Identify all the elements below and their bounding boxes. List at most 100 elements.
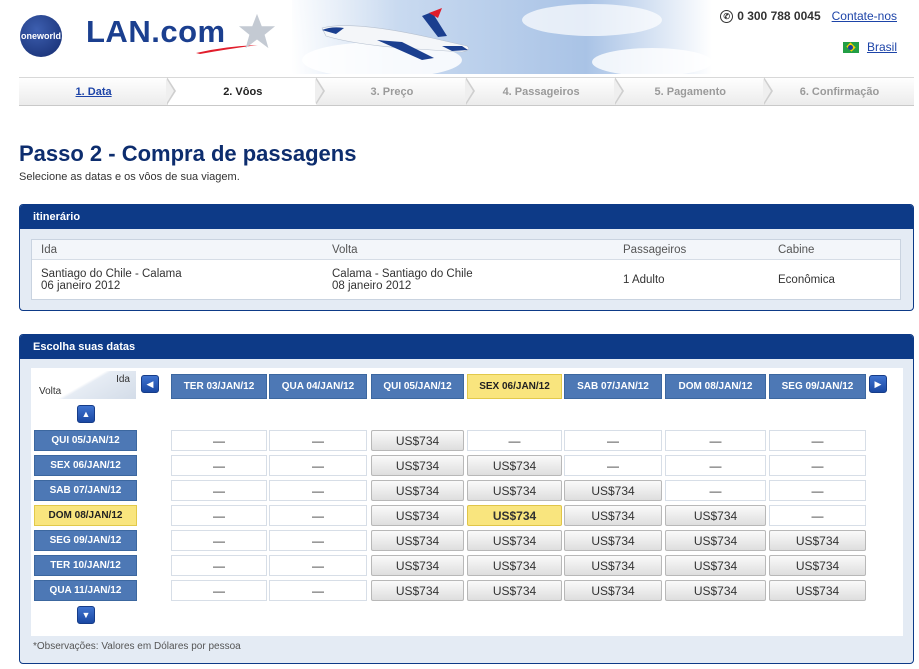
volta-route: Calama - Santiago do Chile [332,267,473,280]
fare-unavailable-cell: — [269,580,367,601]
fare-unavailable-cell: — [665,455,766,476]
step-4: 4. Passageiros [466,77,624,106]
volta-date-header[interactable]: QUA 11/JAN/12 [34,580,137,601]
fare-price-button[interactable]: US$734 [769,580,866,601]
airplane-banner [292,0,712,74]
contact-link[interactable]: Contate-nos [832,9,897,23]
fare-unavailable-cell: — [171,505,267,526]
fare-price-button[interactable]: US$734 [371,505,464,526]
fare-price-button[interactable]: US$734 [564,505,662,526]
fare-unavailable-cell: — [269,455,367,476]
corner-ida-label: Ida [116,374,130,385]
fare-price-button[interactable]: US$734 [371,555,464,576]
fare-price-button[interactable]: US$734 [371,480,464,501]
fare-unavailable-cell: — [269,480,367,501]
phone-icon: ✆ [720,9,734,23]
fare-price-button[interactable]: US$734 [467,505,562,526]
step-label: 2. Vôos [223,85,263,98]
ida-date-header[interactable]: DOM 08/JAN/12 [665,374,766,399]
step-label: 6. Confirmação [799,85,880,98]
fare-unavailable-cell: — [269,505,367,526]
itinerary-data-row: Santiago do Chile - Calama 06 janeiro 20… [32,259,900,299]
star-icon [238,13,276,49]
fare-unavailable-cell: — [665,430,766,451]
fare-price-button[interactable]: US$734 [564,555,662,576]
volta-date-header[interactable]: QUI 05/JAN/12 [34,430,137,451]
phone-number: 0 300 788 0045 [737,9,821,23]
fare-unavailable-cell: — [564,455,662,476]
next-volta-button[interactable]: ▼ [77,606,95,624]
fare-price-button[interactable]: US$734 [467,455,562,476]
fare-price-button[interactable]: US$734 [769,555,866,576]
fare-price-button[interactable]: US$734 [564,480,662,501]
step-label[interactable]: 1. Data [76,86,112,98]
country-link[interactable]: Brasil [867,40,897,54]
step-label: 3. Preço [370,85,414,98]
arrow-right-icon: ▶ [874,378,882,389]
ida-date-header[interactable]: SEX 06/JAN/12 [467,374,562,399]
itinerary-header-cabine: Cabine [778,243,815,256]
next-ida-button[interactable]: ▶ [869,375,887,393]
fare-price-button[interactable]: US$734 [665,505,766,526]
observation-note: *Observações: Valores em Dólares por pes… [33,641,241,652]
step-2: 2. Vôos [168,77,326,106]
volta-date-header[interactable]: TER 10/JAN/12 [34,555,137,576]
fare-price-button[interactable]: US$734 [769,530,866,551]
contact-area: ✆ 0 300 788 0045 Contate-nos [720,9,897,23]
dates-corner-label: Ida Volta [33,371,136,399]
step-arrow-icon [464,77,475,105]
volta-date-header[interactable]: DOM 08/JAN/12 [34,505,137,526]
fare-price-button[interactable]: US$734 [467,480,562,501]
oneworld-logo: oneworld [20,15,62,57]
fare-price-button[interactable]: US$734 [371,580,464,601]
volta-date-header[interactable]: SAB 07/JAN/12 [34,480,137,501]
fare-price-button[interactable]: US$734 [665,530,766,551]
step-6: 6. Confirmação [764,77,915,106]
itinerary-passengers: 1 Adulto [623,273,665,286]
fare-unavailable-cell: — [171,455,267,476]
fare-price-button[interactable]: US$734 [564,530,662,551]
fare-price-button[interactable]: US$734 [467,555,562,576]
itinerary-header-row: Ida Volta Passageiros Cabine [32,240,900,259]
ida-date-header[interactable]: QUA 04/JAN/12 [269,374,367,399]
fare-unavailable-cell: — [171,430,267,451]
prev-ida-button[interactable]: ◀ [141,375,159,393]
fare-unavailable-cell: — [269,530,367,551]
country-selector[interactable]: Brasil [842,40,897,54]
fare-price-button[interactable]: US$734 [371,430,464,451]
ida-date-header[interactable]: TER 03/JAN/12 [171,374,267,399]
arrow-left-icon: ◀ [146,378,154,389]
fare-unavailable-cell: — [269,555,367,576]
fare-unavailable-cell: — [171,555,267,576]
itinerary-header-volta: Volta [332,243,358,256]
ida-date-header[interactable]: QUI 05/JAN/12 [371,374,464,399]
fare-unavailable-cell: — [769,430,866,451]
fare-unavailable-cell: — [769,455,866,476]
prev-volta-button[interactable]: ▲ [77,405,95,423]
fare-price-button[interactable]: US$734 [564,580,662,601]
volta-date-header[interactable]: SEX 06/JAN/12 [34,455,137,476]
itinerary-table: Ida Volta Passageiros Cabine Santiago do… [31,239,901,300]
step-3: 3. Preço [317,77,475,106]
fare-price-button[interactable]: US$734 [371,530,464,551]
volta-date-header[interactable]: SEG 09/JAN/12 [34,530,137,551]
step-1[interactable]: 1. Data [19,77,177,106]
step-5: 5. Pagamento [615,77,773,106]
fare-unavailable-cell: — [171,580,267,601]
brazil-flag-icon [842,41,859,53]
fare-unavailable-cell: — [171,480,267,501]
ida-date-header[interactable]: SAB 07/JAN/12 [564,374,662,399]
itinerary-ida: Santiago do Chile - Calama 06 janeiro 20… [32,268,323,292]
ida-date: 06 janeiro 2012 [41,279,121,292]
itinerary-heading: itinerário [20,205,913,229]
fare-unavailable-cell: — [564,430,662,451]
fare-price-button[interactable]: US$734 [665,580,766,601]
fare-price-button[interactable]: US$734 [467,580,562,601]
ida-date-header[interactable]: SEG 09/JAN/12 [769,374,866,399]
ida-route: Santiago do Chile - Calama [41,267,182,280]
fare-unavailable-cell: — [665,480,766,501]
fare-price-button[interactable]: US$734 [665,555,766,576]
page-subtitle: Selecione as datas e os vôos de sua viag… [19,171,240,183]
fare-price-button[interactable]: US$734 [371,455,464,476]
fare-price-button[interactable]: US$734 [467,530,562,551]
